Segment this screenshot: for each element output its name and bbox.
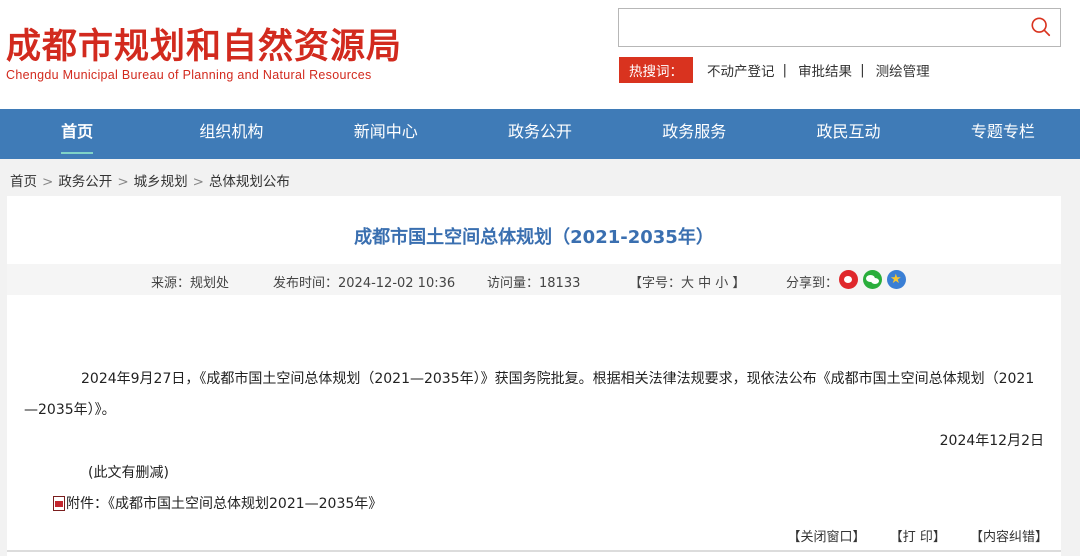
pdf-icon	[53, 495, 65, 511]
hot-link-approval-results[interactable]: 审批结果	[798, 60, 852, 80]
site-header: 成都市规划和自然资源局 Chengdu Municipal Bureau of …	[0, 0, 1080, 109]
hot-search-bar: 热搜词： 不动产登记 | 审批结果 | 测绘管理	[619, 57, 930, 83]
close-window-button[interactable]: 【关闭窗口】	[788, 530, 866, 545]
nav-item-gov-open[interactable]: 政务公开	[463, 109, 617, 159]
nav-item-interaction[interactable]: 政民互动	[771, 109, 925, 159]
article-date: 2024年12月2日	[939, 433, 1044, 449]
breadcrumb-urban-rural[interactable]: 城乡规划	[134, 174, 188, 190]
article-visit-count: 访问量：18133	[487, 276, 581, 291]
report-error-button[interactable]: 【内容纠错】	[970, 530, 1048, 545]
share-buttons	[839, 270, 906, 289]
search-input[interactable]	[618, 8, 1061, 47]
breadcrumb-sep: >	[192, 174, 204, 190]
breadcrumb-gov-open[interactable]: 政务公开	[58, 174, 112, 190]
breadcrumb-home[interactable]: 首页	[10, 174, 37, 190]
article-body: 2024年9月27日，《成都市国土空间总体规划（2021—2035年）》获国务院…	[24, 371, 1035, 418]
breadcrumb-sep: >	[117, 174, 129, 190]
nav-item-gov-service[interactable]: 政务服务	[617, 109, 771, 159]
article-note: (此文有删减)	[88, 465, 169, 481]
breadcrumb: 首页 > 政务公开 > 城乡规划 > 总体规划公布	[10, 170, 290, 190]
attachment-label[interactable]: 附件：《成都市国土空间总体规划2021—2035年》	[66, 493, 382, 513]
article-publish-time: 发布时间：2024-12-02 10:36	[273, 276, 456, 291]
divider	[7, 550, 1061, 552]
nav-item-news[interactable]: 新闻中心	[309, 109, 463, 159]
article-actions: 【关闭窗口】 【打 印】 【内容纠错】	[768, 526, 1048, 545]
breadcrumb-sep: >	[42, 174, 54, 190]
site-logo-english: Chengdu Municipal Bureau of Planning and…	[6, 68, 372, 82]
qzone-icon[interactable]	[887, 270, 906, 289]
hot-link-surveying[interactable]: 测绘管理	[876, 60, 930, 80]
attachment-link[interactable]: 附件：《成都市国土空间总体规划2021—2035年》	[53, 493, 382, 513]
nav-item-home[interactable]: 首页	[0, 109, 154, 159]
site-logo-chinese[interactable]: 成都市规划和自然资源局	[6, 18, 402, 69]
divider: |	[782, 62, 788, 78]
hot-link-real-estate[interactable]: 不动产登记	[707, 60, 775, 80]
article-container: 成都市国土空间总体规划（2021-2035年） 来源：规划处 发布时间：2024…	[7, 196, 1061, 556]
article-title: 成都市国土空间总体规划（2021-2035年）	[354, 227, 714, 248]
main-nav: 首页 组织机构 新闻中心 政务公开 政务服务 政民互动 专题专栏	[0, 109, 1080, 159]
article-meta-bar: 来源：规划处 发布时间：2024-12-02 10:36 访问量：18133 【…	[7, 264, 1061, 295]
font-size-switcher[interactable]: 【字号：大 中 小 】	[629, 272, 745, 291]
nav-item-special[interactable]: 专题专栏	[926, 109, 1080, 159]
nav-item-organization[interactable]: 组织机构	[154, 109, 308, 159]
share-label: 分享到：	[786, 276, 839, 291]
weibo-icon[interactable]	[839, 270, 858, 289]
breadcrumb-current[interactable]: 总体规划公布	[209, 174, 290, 190]
article-source: 来源：规划处	[151, 276, 230, 291]
hot-search-label: 热搜词：	[619, 57, 693, 83]
print-button[interactable]: 【打 印】	[890, 530, 946, 545]
wechat-icon[interactable]	[863, 270, 882, 289]
divider: |	[860, 62, 865, 78]
search-icon[interactable]	[1030, 16, 1052, 38]
